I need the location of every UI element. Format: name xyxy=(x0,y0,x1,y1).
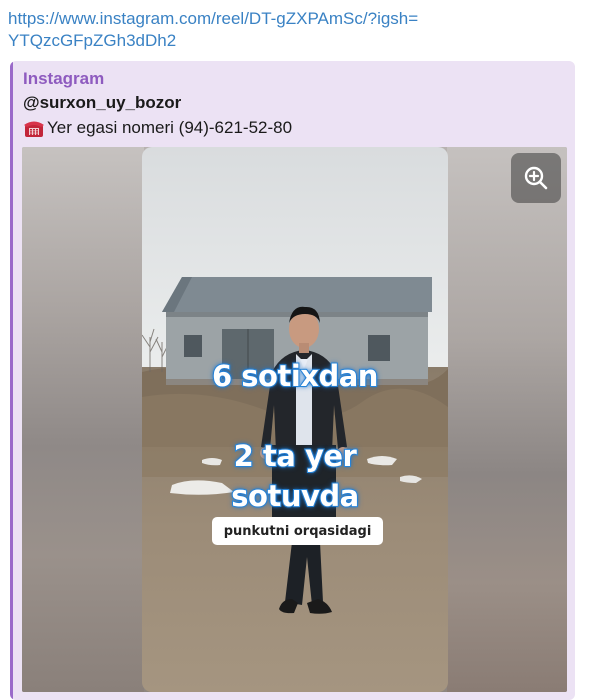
zoom-in-icon xyxy=(524,166,548,190)
preview-site-name: Instagram xyxy=(23,69,105,88)
telephone-icon xyxy=(24,121,44,137)
link-preview-card[interactable]: Instagram @surxon_uy_bozor Yer egasi nom… xyxy=(10,61,575,700)
preview-author: @surxon_uy_bozor xyxy=(23,93,182,112)
video-caption-line-2: 2 ta yer xyxy=(233,438,358,474)
video-caption-line-3: sotuvda xyxy=(230,478,360,514)
preview-description: Yer egasi nomeri (94)-621-52-80 xyxy=(23,117,292,139)
blurred-background-right xyxy=(447,147,567,692)
zoom-button[interactable] xyxy=(511,153,561,203)
preview-accent-bar xyxy=(10,61,13,700)
video-thumbnail[interactable]: 6 sotixdan 2 ta yer sotuvda punkutni orq… xyxy=(22,147,567,692)
video-scene xyxy=(142,147,448,692)
preview-description-text: Yer egasi nomeri (94)-621-52-80 xyxy=(47,118,293,137)
blurred-background-left xyxy=(22,147,144,692)
message-link[interactable]: https://www.instagram.com/reel/DT-gZXPAm… xyxy=(8,8,428,52)
video-caption-line-1: 6 sotixdan xyxy=(211,358,379,394)
video-sticker-label: punkutni orqasidagi xyxy=(212,517,383,545)
video-frame[interactable]: 6 sotixdan 2 ta yer sotuvda punkutni orq… xyxy=(142,147,448,692)
